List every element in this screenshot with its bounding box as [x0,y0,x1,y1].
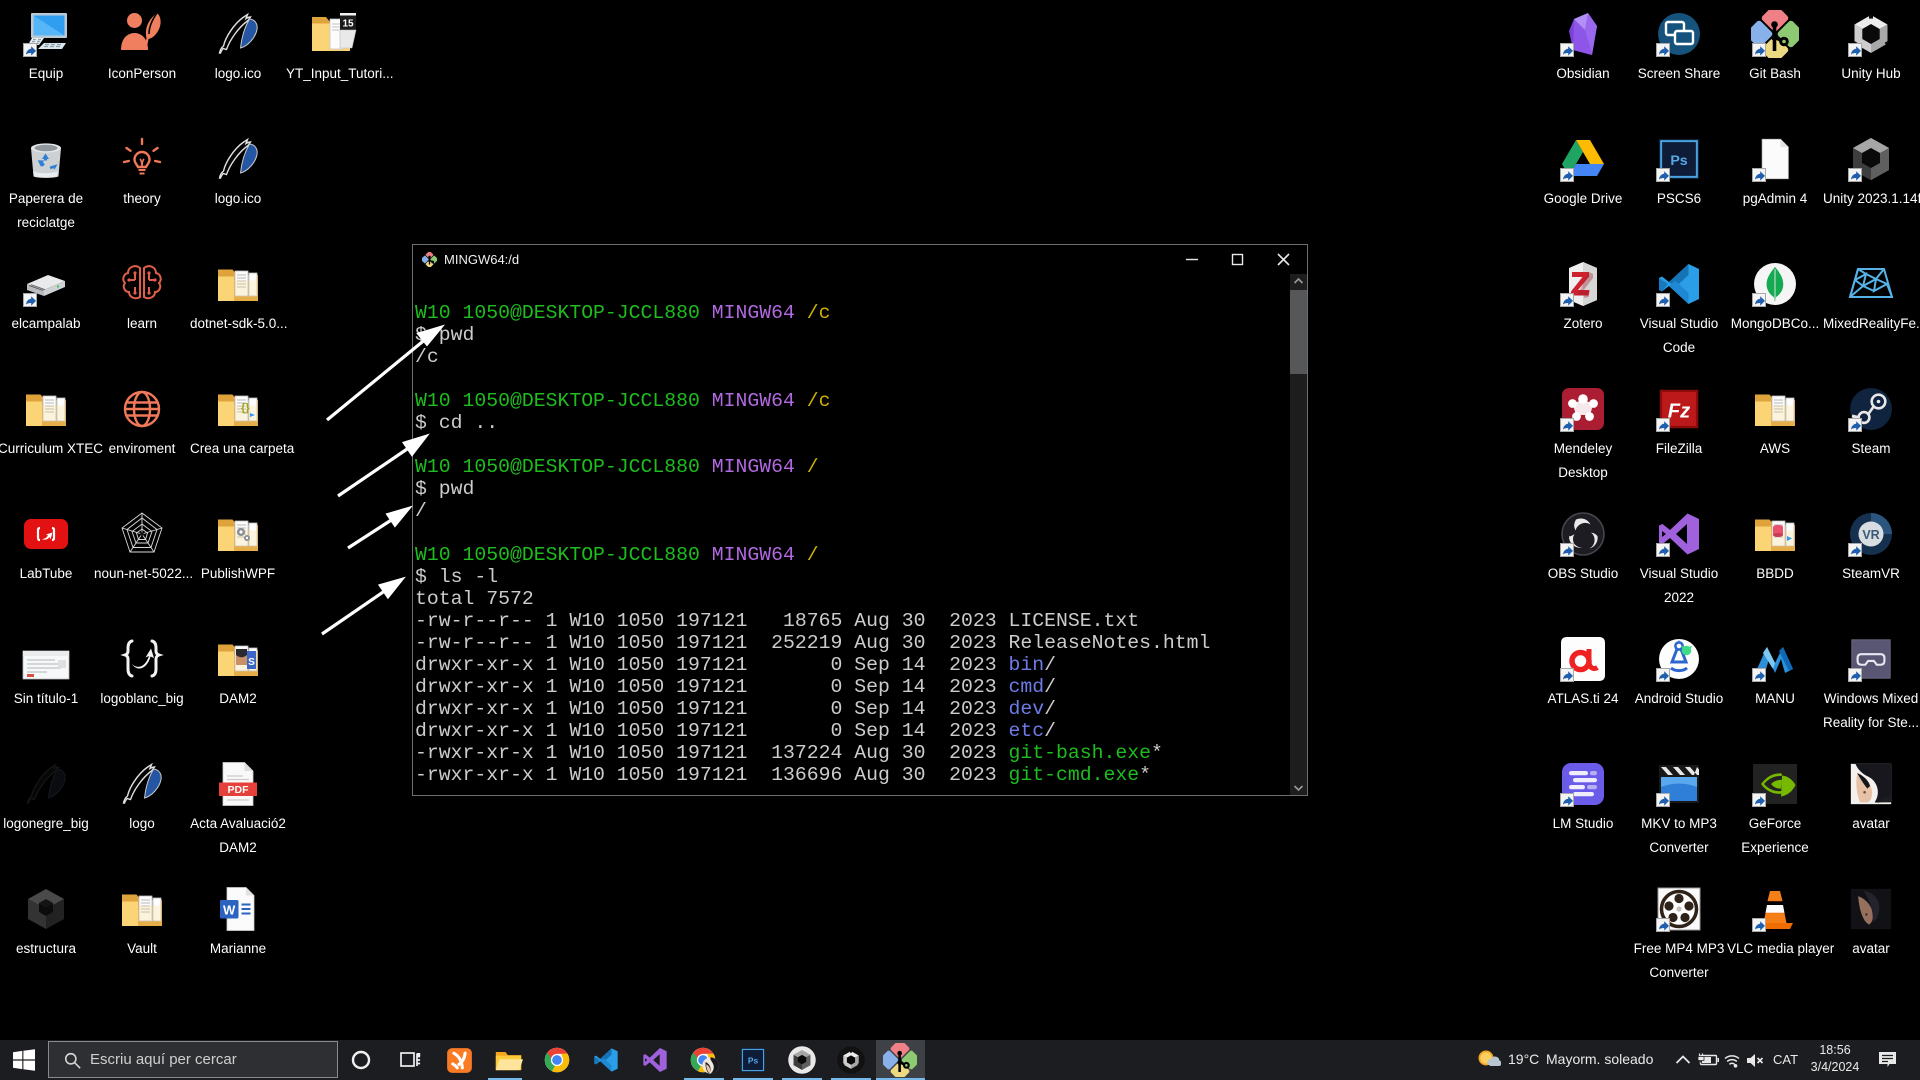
svg-text:{}: {} [241,402,250,414]
svg-text:S: S [248,657,255,668]
